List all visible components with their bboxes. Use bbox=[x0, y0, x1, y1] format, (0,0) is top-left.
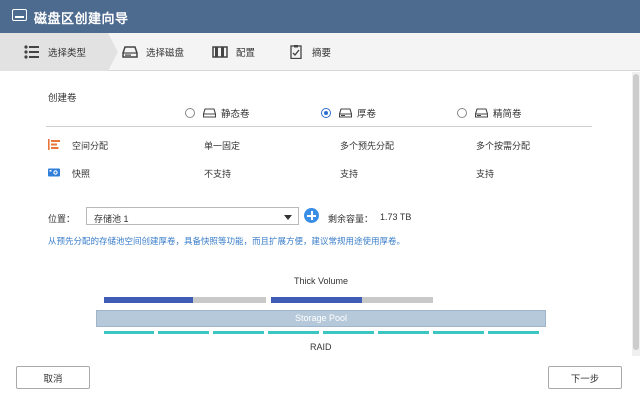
summary-icon bbox=[288, 45, 304, 59]
config-icon bbox=[212, 45, 228, 59]
step-label: 配置 bbox=[236, 48, 256, 59]
info-text: 从预先分配的存储池空间创建厚卷，具备快照等功能，而且扩展方便，建议常规用途使用厚… bbox=[48, 236, 406, 246]
location-label: 位置： bbox=[48, 214, 76, 224]
chevron-down-icon bbox=[284, 215, 292, 220]
add-pool-button[interactable] bbox=[304, 208, 319, 223]
selected-pool: 存储池 1 bbox=[94, 214, 129, 224]
option-thin-volume[interactable]: 精简卷 bbox=[457, 106, 522, 120]
radio-static-volume[interactable] bbox=[185, 108, 195, 118]
raid-segment bbox=[378, 331, 429, 334]
option-label: 厚卷 bbox=[357, 109, 377, 120]
raid-segment bbox=[213, 331, 264, 334]
disk-icon bbox=[475, 108, 488, 118]
volume-bar-2-used bbox=[271, 297, 362, 303]
raid-segment bbox=[104, 331, 154, 334]
value-thin: 多个按需分配 bbox=[476, 141, 531, 151]
value-thin: 支持 bbox=[476, 169, 495, 179]
disk-icon bbox=[203, 108, 216, 118]
step-summary: 摘要 bbox=[288, 33, 331, 71]
value-static: 单一固定 bbox=[204, 141, 241, 151]
radio-thick-volume[interactable] bbox=[321, 108, 331, 118]
remaining-capacity-value: 1.73 TB bbox=[380, 212, 412, 222]
raid-segment bbox=[488, 331, 539, 334]
snapshot-icon bbox=[48, 167, 60, 178]
window-title: 磁盘区创建向导 bbox=[34, 11, 129, 26]
option-static-volume[interactable]: 静态卷 bbox=[185, 106, 250, 120]
volume-bar-1 bbox=[104, 297, 266, 303]
radio-thin-volume[interactable] bbox=[457, 108, 467, 118]
step-label: 选择磁盘 bbox=[146, 48, 185, 59]
disk-icon bbox=[339, 108, 352, 118]
row-snapshot: 快照 不支持 支持 支持 bbox=[48, 166, 608, 180]
section-title: 创建卷 bbox=[48, 93, 77, 104]
option-label: 静态卷 bbox=[221, 109, 250, 120]
option-label: 精简卷 bbox=[493, 109, 522, 120]
scrollbar[interactable] bbox=[632, 72, 640, 356]
next-button[interactable]: 下一步 bbox=[548, 366, 622, 389]
step-label: 选择类型 bbox=[48, 48, 87, 59]
volume-bar-2 bbox=[271, 297, 433, 303]
row-label: 快照 bbox=[72, 169, 91, 179]
volume-bar-1-used bbox=[104, 297, 194, 303]
storage-pool-select[interactable]: 存储池 1 bbox=[86, 207, 299, 225]
list-icon bbox=[24, 45, 40, 59]
remaining-capacity-label: 剩余容量： bbox=[328, 214, 374, 224]
title-bar: 磁盘区创建向导 bbox=[0, 0, 640, 33]
raid-segment bbox=[323, 331, 374, 334]
raid-label: RAID bbox=[310, 342, 332, 352]
storage-icon bbox=[12, 9, 27, 21]
raid-segment bbox=[433, 331, 484, 334]
row-label: 空间分配 bbox=[72, 141, 109, 151]
row-space-allocation: 空间分配 单一固定 多个预先分配 多个按需分配 bbox=[48, 138, 608, 152]
scrollbar-thumb[interactable] bbox=[633, 74, 639, 350]
storage-pool-bar: Storage Pool bbox=[96, 310, 546, 327]
option-thick-volume[interactable]: 厚卷 bbox=[321, 106, 376, 120]
value-thick: 多个预先分配 bbox=[340, 141, 395, 151]
storage-pool-label: Storage Pool bbox=[294, 313, 348, 323]
step-label: 摘要 bbox=[312, 48, 332, 59]
raid-segment bbox=[268, 331, 319, 334]
allocation-icon bbox=[48, 139, 60, 150]
cancel-button[interactable]: 取消 bbox=[16, 366, 90, 389]
step-select-disk: 选择磁盘 bbox=[122, 33, 184, 71]
value-thick: 支持 bbox=[340, 169, 359, 179]
raid-segment bbox=[158, 331, 209, 334]
wizard-steps: 选择类型 选择磁盘 配置 摘要 bbox=[0, 33, 640, 71]
diagram-title: Thick Volume bbox=[294, 276, 349, 286]
step-configure: 配置 bbox=[212, 33, 255, 71]
disk-icon bbox=[122, 45, 138, 59]
value-static: 不支持 bbox=[204, 169, 232, 179]
divider bbox=[46, 126, 592, 127]
step-select-type: 选择类型 bbox=[0, 33, 118, 71]
